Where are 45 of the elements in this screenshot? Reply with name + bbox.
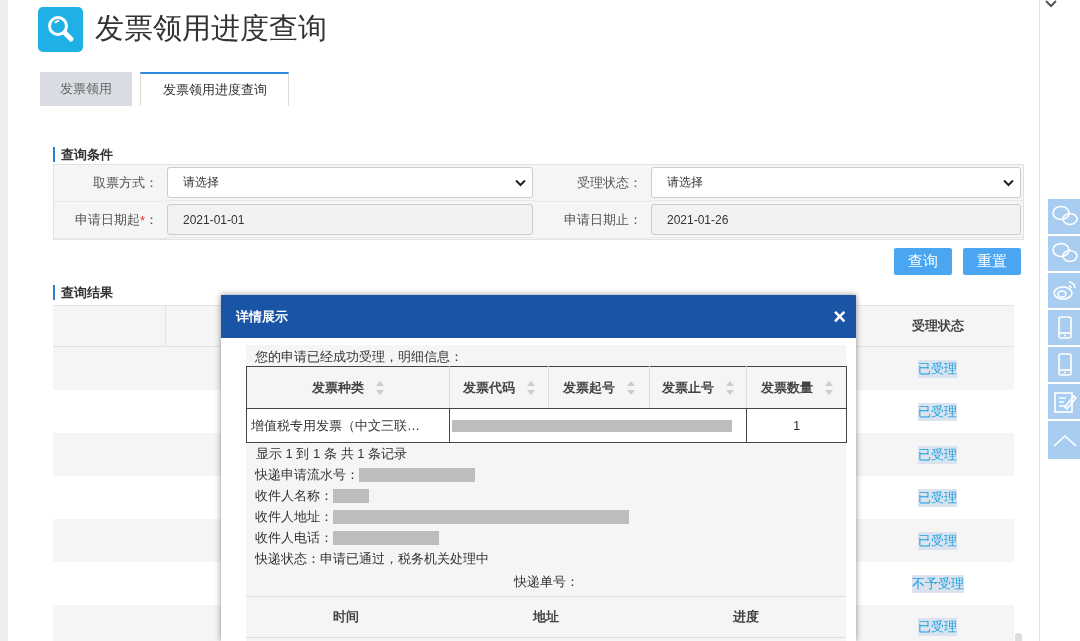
sort-icon[interactable] xyxy=(527,380,535,395)
field-label: 取票方式： xyxy=(93,174,158,192)
date-field[interactable]: 2021-01-26 xyxy=(651,204,1021,235)
select-field[interactable]: 请选择 xyxy=(167,167,533,198)
chat-bubbles-icon[interactable] xyxy=(1048,236,1080,271)
dialog-title: 详情展示 xyxy=(236,307,288,326)
field-label: 申请日期起*： xyxy=(74,211,158,229)
page-title: 发票领用进度查询 xyxy=(95,11,327,46)
table-cell: 增值税专用发票（中文三联… xyxy=(251,417,420,433)
close-button[interactable]: × xyxy=(833,305,846,328)
column-header: 时间 xyxy=(332,608,360,626)
column-header: 受理状态 xyxy=(910,317,965,335)
date-field[interactable]: 2021-01-01 xyxy=(167,204,533,235)
column-header: 进度 xyxy=(732,608,760,626)
select-field[interactable]: 请选择 xyxy=(651,167,1021,198)
field-label: 收件人电话： xyxy=(255,529,333,547)
message-text: 您的申请已经成功受理，明细信息： xyxy=(254,348,464,366)
table-cell: 1 xyxy=(792,418,801,433)
sort-icon[interactable] xyxy=(824,380,833,395)
chevron-down-icon xyxy=(515,178,526,187)
field-label: 申请日期止： xyxy=(564,211,642,229)
field-label: 快递单号： xyxy=(513,574,579,589)
column-header: 地址 xyxy=(531,608,560,626)
search-icon xyxy=(38,6,83,52)
section-title: 查询条件 xyxy=(53,147,113,162)
sort-icon[interactable] xyxy=(376,380,384,395)
field-label: 受理状态： xyxy=(577,174,642,192)
tab[interactable]: 发票领用 xyxy=(40,72,132,106)
chat-bubbles-icon[interactable] xyxy=(1048,199,1080,234)
chevron-down-icon xyxy=(1003,178,1014,187)
section-title: 查询结果 xyxy=(53,285,113,300)
scroll-up-icon[interactable] xyxy=(1048,421,1080,459)
field-label: 收件人名称： xyxy=(255,487,333,505)
status-text: 快递状态：申请已通过，税务机关处理中 xyxy=(255,550,489,568)
tab[interactable]: 发票领用进度查询 xyxy=(140,72,289,106)
chevron-down-icon[interactable] xyxy=(1044,0,1058,8)
sort-icon[interactable] xyxy=(726,380,734,395)
column-header[interactable]: 发票种类 xyxy=(312,378,364,397)
field-label: 收件人地址： xyxy=(255,508,333,526)
edit-icon[interactable] xyxy=(1048,384,1080,419)
field-label: 快递申请流水号： xyxy=(255,466,359,484)
phone-icon[interactable] xyxy=(1048,310,1080,345)
sort-icon[interactable] xyxy=(627,380,635,395)
pagination-text: 显示 1 到 1 条 共 1 条记录 xyxy=(255,445,408,463)
phone-icon[interactable] xyxy=(1048,347,1080,382)
